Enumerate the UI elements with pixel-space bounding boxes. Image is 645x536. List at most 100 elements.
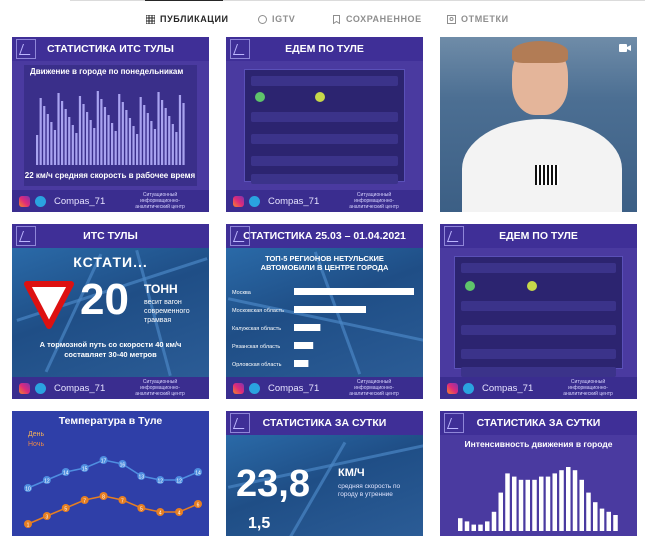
instagram-icon <box>233 195 244 207</box>
top5-heading: ТОП-5 РЕГИОНОВ НЕТУЛЬСКИЕ АВТОМОБИЛИ В Ц… <box>260 254 389 272</box>
chart-heading: Интенсивность движения в городе <box>464 439 613 449</box>
traffic-bar <box>153 129 157 165</box>
telegram-icon <box>249 382 260 394</box>
post-7[interactable]: Температура в Туле День Ночь 10 12 14 15 17 1… <box>12 411 209 536</box>
big-number: 20 <box>80 275 129 324</box>
traffic-bar <box>71 125 74 165</box>
traffic-bar <box>125 110 128 165</box>
day-value-label: 12 <box>176 479 182 485</box>
night-value-label: 1 <box>27 523 30 529</box>
intensity-bar <box>458 518 463 531</box>
intensity-bar <box>471 524 476 531</box>
account-handle: Compas_71 <box>268 195 320 207</box>
account-handle: Compas_71 <box>482 382 534 394</box>
post-4[interactable]: ИТС ТУЛЫ КСТАТИ... 20 ТОНН весит вагон с… <box>12 224 209 399</box>
traffic-bar <box>128 118 132 165</box>
day-value-label: 13 <box>139 475 145 481</box>
intensity-bar <box>518 479 524 531</box>
traffic-bar <box>93 128 96 165</box>
post-title: СТАТИСТИКА ЗА СУТКИ <box>262 417 387 429</box>
traffic-bar <box>64 109 67 165</box>
instagram-icon <box>233 382 244 394</box>
post-8[interactable]: СТАТИСТИКА ЗА СУТКИ 23,8 КМ/Ч средняя ск… <box>226 411 423 536</box>
intensity-bar <box>552 473 557 531</box>
post-3-video[interactable] <box>440 37 637 212</box>
intensity-bar <box>478 524 483 531</box>
intensity-bar <box>512 476 517 531</box>
region-bar <box>294 288 414 295</box>
traffic-bar <box>161 100 164 165</box>
traffic-bar <box>89 120 92 165</box>
traffic-bar <box>36 135 39 165</box>
intensity-bar <box>539 476 544 531</box>
situation-center-logo <box>444 413 464 433</box>
tab-saved[interactable]: СОХРАНЕННОЕ <box>332 8 422 30</box>
traffic-bar <box>136 134 139 165</box>
intensity-chart <box>458 467 618 531</box>
intensity-bar <box>613 515 618 531</box>
intensity-bar <box>491 511 497 531</box>
traffic-bar <box>168 116 171 165</box>
dashboard-screenshot <box>454 256 623 377</box>
tab-igtv-label: IGTV <box>272 14 296 24</box>
post-1[interactable]: СТАТИСТИКА ИТС ТУЛЫ Движение в городе по… <box>12 37 209 212</box>
region-label: Орловская область <box>232 362 282 368</box>
tab-tagged[interactable]: ОТМЕТКИ <box>447 8 509 30</box>
day-value-label: 14 <box>63 471 69 477</box>
intensity-bar <box>566 467 571 531</box>
intensity-bar <box>485 521 490 531</box>
traffic-bar <box>82 104 85 165</box>
region-bar <box>294 342 314 349</box>
traffic-bar <box>46 114 49 165</box>
traffic-bar <box>75 133 78 165</box>
traffic-chart: Движение в городе по понедельникам 22 км… <box>24 65 197 186</box>
braking-note: А тормозной путь со скорости 40 км/ч сос… <box>39 340 182 359</box>
traffic-bar <box>139 97 142 165</box>
speed-unit: КМ/Ч <box>338 467 365 479</box>
day-value-label: 12 <box>157 479 163 485</box>
region-label: Рязанская область <box>232 344 280 350</box>
center-caption: Ситуационный информационно-аналитический… <box>349 379 399 397</box>
traffic-bar <box>143 105 146 165</box>
post-title: СТАТИСТИКА ИТС ТУЛЫ <box>47 43 174 55</box>
intensity-bar <box>464 521 470 531</box>
account-handle: Compas_71 <box>54 195 106 207</box>
post-title: ИТС ТУЛЫ <box>83 230 138 242</box>
night-value-label: 4 <box>159 511 162 517</box>
telegram-icon <box>35 382 46 394</box>
traffic-bar <box>182 103 185 165</box>
situation-center-logo <box>230 39 250 59</box>
traffic-bar <box>100 99 103 165</box>
profile-tabs: ПУБЛИКАЦИИ IGTV СОХРАНЕННОЕ ОТМЕТКИ <box>0 8 645 32</box>
post-2[interactable]: ЕДЕМ ПО ТУЛЕ Compas_71 Ситуационный инфо… <box>226 37 423 212</box>
night-line <box>27 495 199 525</box>
post-6[interactable]: ЕДЕМ ПО ТУЛЕ Compas_71 Ситуационный инфо… <box>440 224 637 399</box>
situation-center-logo <box>230 413 250 433</box>
post-5[interactable]: СТАТИСТИКА 25.03 – 01.04.2021 ТОП-5 РЕГИ… <box>226 224 423 399</box>
tab-igtv[interactable]: IGTV <box>258 8 295 30</box>
post-9[interactable]: СТАТИСТИКА ЗА СУТКИ Интенсивность движен… <box>440 411 637 536</box>
telegram-icon <box>35 195 46 207</box>
intensity-bar <box>498 492 503 531</box>
traffic-bar <box>96 91 99 165</box>
traffic-chart-svg: 22 км/ч средняя скорость в рабочее время <box>25 91 196 180</box>
tab-tagged-label: ОТМЕТКИ <box>461 14 509 24</box>
region-bar <box>294 306 366 313</box>
post-title: ЕДЕМ ПО ТУЛЕ <box>285 43 364 55</box>
tab-publications[interactable]: ПУБЛИКАЦИИ <box>146 8 229 30</box>
traffic-bar <box>146 113 149 165</box>
intensity-bar <box>545 476 551 531</box>
traffic-bar <box>78 96 82 165</box>
traffic-bar <box>68 117 71 165</box>
intensity-bar <box>532 479 537 531</box>
chart-caption: 22 км/ч средняя скорость в рабочее время <box>25 171 196 180</box>
traffic-bar <box>107 115 110 165</box>
traffic-bar <box>132 126 135 165</box>
tag-person-icon <box>447 14 456 24</box>
traffic-bar <box>86 112 89 165</box>
day-value-label: 14 <box>195 471 201 477</box>
speaker-hair <box>512 41 568 63</box>
traffic-bar <box>164 108 167 165</box>
day-line <box>27 459 199 489</box>
intensity-bar <box>525 479 530 531</box>
